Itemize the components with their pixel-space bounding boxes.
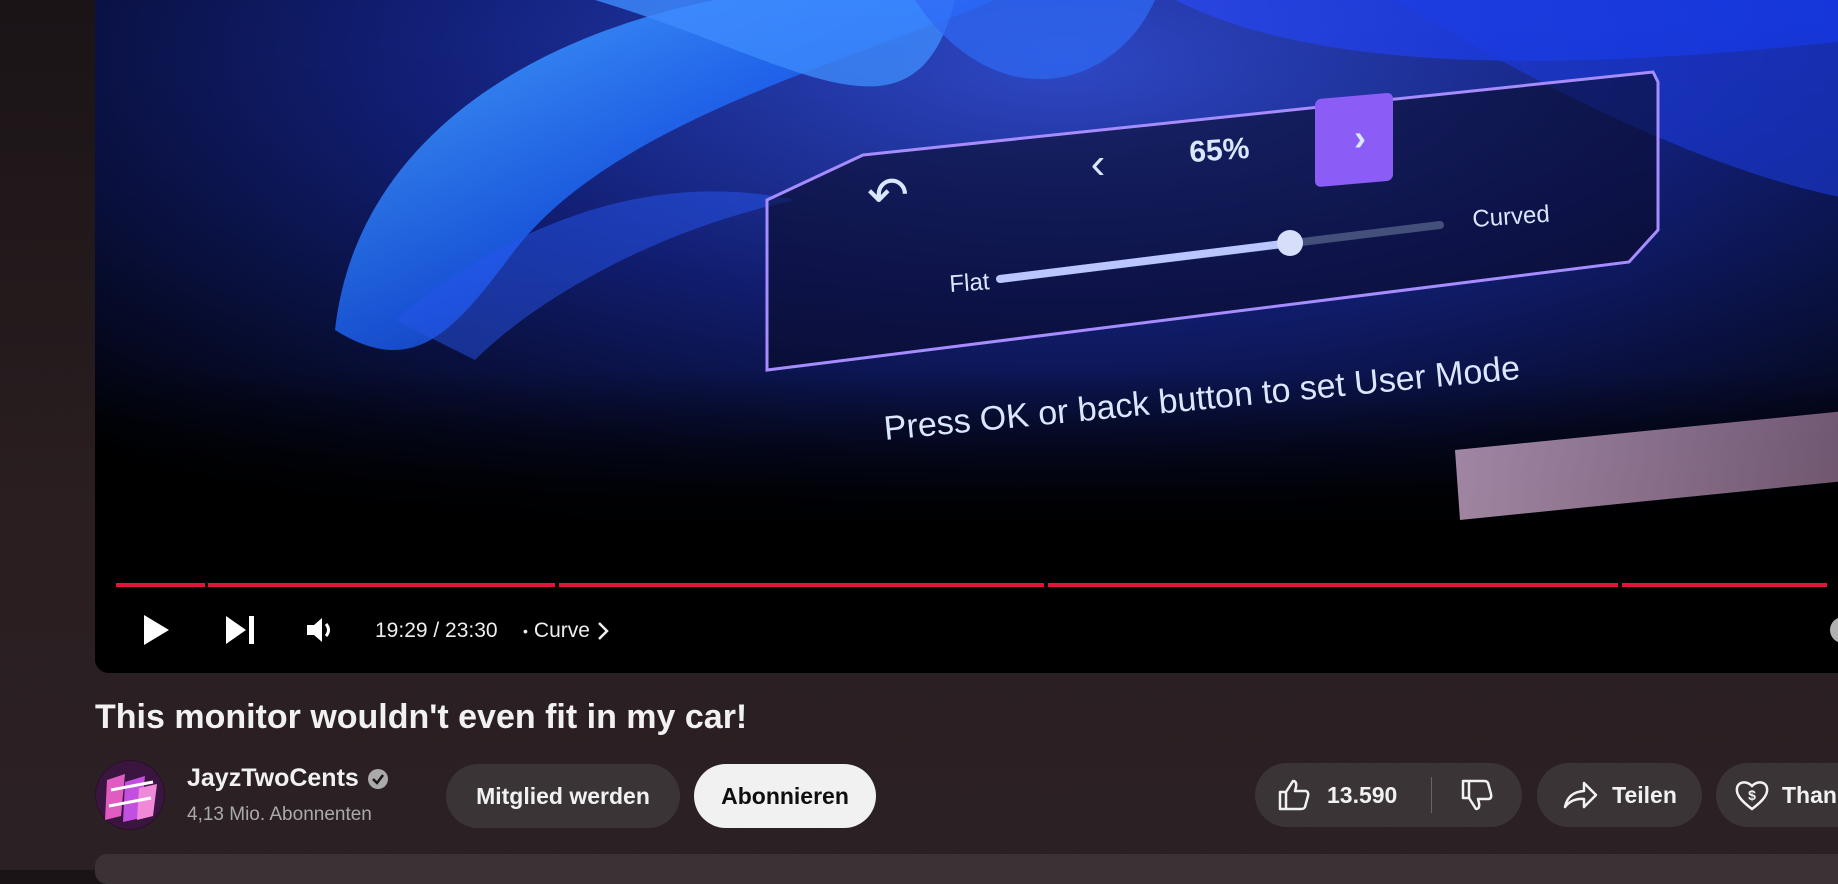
video-title: This monitor wouldn't even fit in my car… [95,698,748,736]
channel-logo [95,760,165,830]
join-button-label: Mitglied werden [476,782,650,809]
subscribe-button-label: Abonnieren [721,782,849,809]
next-icon [226,616,254,644]
svg-text:Curved: Curved [1472,201,1551,233]
description-card[interactable] [95,854,1838,884]
video-frame: › ‹ 65% ↶ Flat Curved Press OK or back b… [95,0,1838,673]
like-dislike-group: 13.590 [1255,763,1522,827]
chapter-segment[interactable] [208,583,555,587]
thumbs-down-icon [1461,779,1493,811]
svg-text:Flat: Flat [949,268,991,298]
volume-icon [307,618,330,642]
video-player[interactable]: › ‹ 65% ↶ Flat Curved Press OK or back b… [95,0,1838,673]
svg-text:65%: 65% [1188,132,1250,169]
chapter-segment[interactable] [116,583,205,587]
chapter-segment[interactable] [559,583,1044,587]
play-button[interactable] [131,605,181,655]
share-icon [1563,781,1598,809]
channel-avatar[interactable] [95,760,165,830]
dislike-button[interactable] [1432,763,1522,827]
player-controls: 19:29 / 23:30 • Curve [95,605,1838,655]
subscribe-button[interactable]: Abonnieren [694,764,876,828]
svg-text:↶: ↶ [867,167,909,223]
time-display: 19:29 / 23:30 [375,619,498,642]
next-button[interactable] [215,605,265,655]
svg-text:›: › [1354,117,1366,158]
chevron-right-icon [598,622,609,640]
channel-name[interactable]: JayzTwoCents [187,764,389,793]
share-button-label: Teilen [1612,781,1677,808]
share-button[interactable]: Teilen [1537,763,1702,827]
verified-check-icon [367,768,388,789]
chapter-segment[interactable] [1048,583,1618,587]
like-count: 13.590 [1327,781,1398,808]
channel-name-text: JayzTwoCents [187,764,359,792]
subscriber-count: 4,13 Mio. Abonnenten [187,804,372,825]
chapter-button[interactable]: • Curve [523,619,610,643]
join-button[interactable]: Mitglied werden [446,764,680,828]
svg-text:‹: ‹ [1091,139,1106,188]
chapter-title: Curve [533,619,590,642]
play-icon [144,615,169,645]
thanks-button-label: Than [1782,781,1837,808]
like-button[interactable]: 13.590 [1255,763,1431,827]
progress-bar[interactable] [116,583,1838,587]
thumbs-up-icon [1278,779,1310,811]
chapter-segment[interactable] [1622,583,1827,587]
volume-button[interactable] [295,605,345,655]
heart-dollar-icon: $ [1735,781,1769,811]
thanks-button[interactable]: $ Than [1716,763,1838,827]
chapter-separator: • [523,623,528,639]
svg-text:$: $ [1748,787,1756,803]
